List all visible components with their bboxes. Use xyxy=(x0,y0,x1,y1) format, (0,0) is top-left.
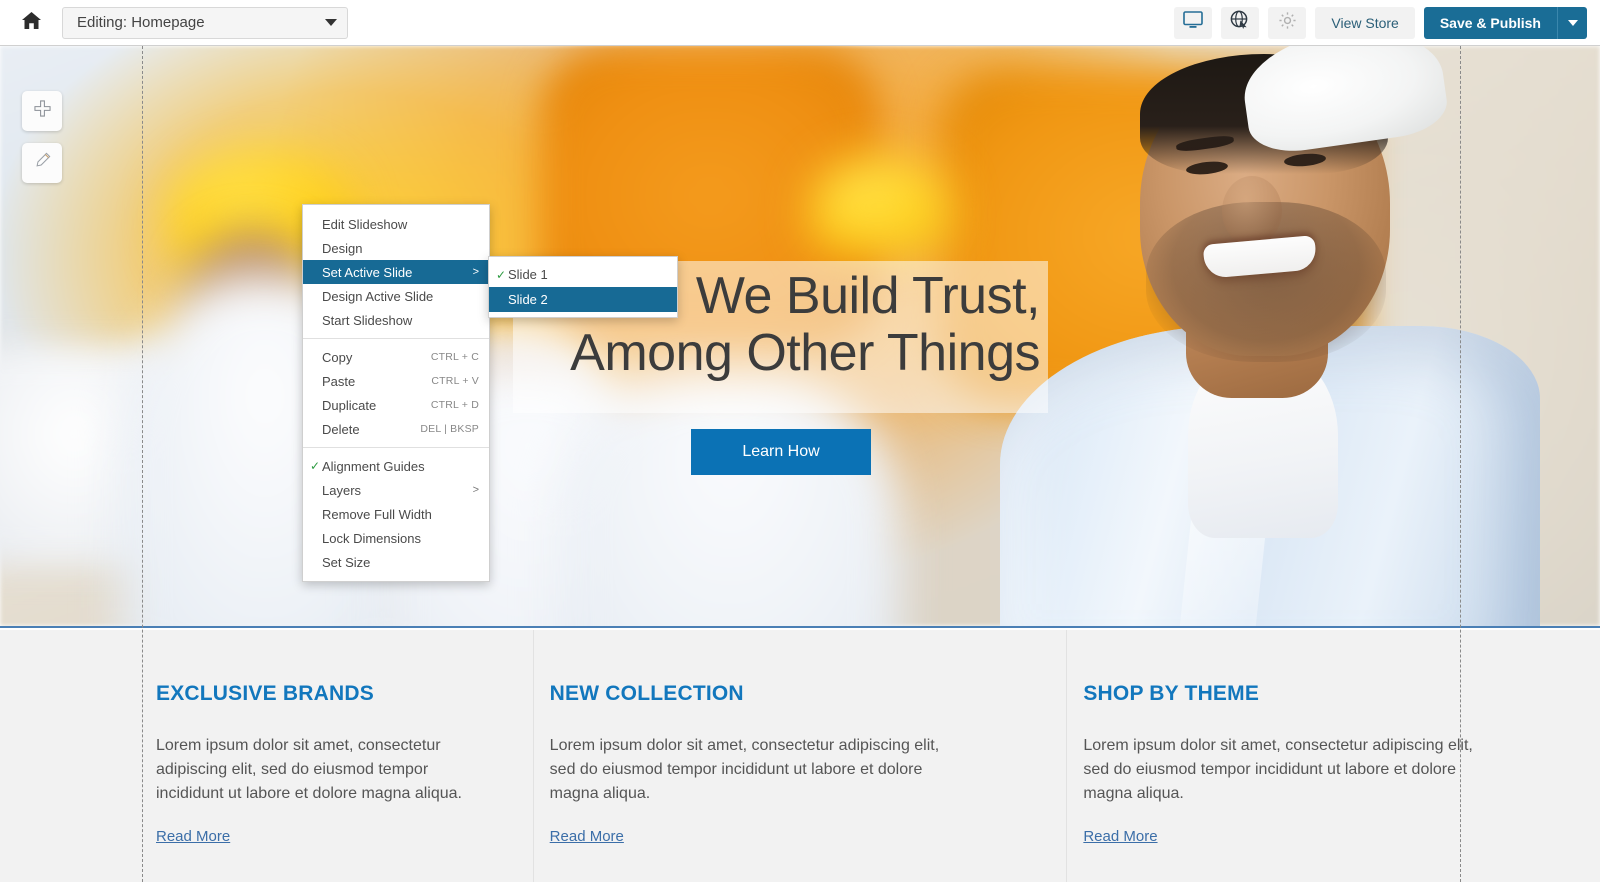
hero-cta-button[interactable]: Learn How xyxy=(691,429,871,475)
context-menu-item-label: Edit Slideshow xyxy=(322,216,408,232)
chevron-right-icon: > xyxy=(472,484,479,496)
top-toolbar: Editing: Homepage View Store Save & Publ… xyxy=(0,0,1600,46)
feature-column[interactable]: NEW COLLECTION Lorem ipsum dolor sit ame… xyxy=(532,630,1067,882)
gear-icon xyxy=(1278,11,1297,35)
context-menu-item[interactable]: Set Size xyxy=(303,550,489,574)
context-menu-item-label: Start Slideshow xyxy=(322,312,413,328)
context-menu-item[interactable]: Paste CTRL + V xyxy=(303,369,489,393)
context-menu-item[interactable]: Edit Slideshow xyxy=(303,212,489,236)
feature-column-title: NEW COLLECTION xyxy=(549,682,744,705)
globe-cursor-button[interactable] xyxy=(1221,6,1260,39)
context-menu-item-shortcut: DEL | BKSP xyxy=(420,423,479,435)
hero-cta-label: Learn How xyxy=(742,443,820,460)
context-menu-item-shortcut: CTRL + C xyxy=(430,351,479,363)
context-menu-item-shortcut: CTRL + D xyxy=(430,399,479,411)
plus-icon xyxy=(33,100,51,122)
feature-column-body: Lorem ipsum dolor sit amet, consectetur … xyxy=(1083,737,1473,802)
context-menu-item-label: Set Active Slide xyxy=(322,264,413,280)
home-button[interactable] xyxy=(0,0,62,46)
context-menu-item-label: Paste xyxy=(322,373,356,389)
home-icon xyxy=(21,11,42,35)
set-active-slide-submenu[interactable]: ✓ Slide 1 Slide 2 xyxy=(488,256,678,318)
toolbar-actions: View Store Save & Publish xyxy=(1174,6,1600,39)
context-menu-item[interactable]: Delete DEL | BKSP xyxy=(303,417,489,441)
edit-element-button[interactable] xyxy=(22,143,62,183)
context-menu-item-label: Alignment Guides xyxy=(322,458,425,474)
foreground-worker-photo xyxy=(990,46,1550,626)
context-menu-item-label: Remove Full Width xyxy=(322,506,432,522)
save-publish-label: Save & Publish xyxy=(1439,14,1541,31)
pencil-icon xyxy=(34,152,51,174)
feature-column[interactable]: EXCLUSIVE BRANDS Lorem ipsum dolor sit a… xyxy=(0,630,533,882)
feature-columns-section: EXCLUSIVE BRANDS Lorem ipsum dolor sit a… xyxy=(0,630,1600,882)
context-menu-item[interactable]: Layers > xyxy=(303,478,489,502)
menu-separator xyxy=(303,338,489,339)
context-menu-item[interactable]: Set Active Slide > xyxy=(303,260,489,284)
context-menu-item[interactable]: Copy CTRL + C xyxy=(303,345,489,369)
context-menu-item-label: Copy xyxy=(322,349,353,365)
submenu-item-label: Slide 2 xyxy=(508,292,548,307)
context-menu-item[interactable]: Lock Dimensions xyxy=(303,526,489,550)
context-menu-item-label: Layers xyxy=(322,482,362,498)
globe-cursor-icon xyxy=(1230,10,1250,35)
feature-column-title: EXCLUSIVE BRANDS xyxy=(156,682,374,705)
chevron-right-icon: > xyxy=(472,266,479,278)
canvas-side-tools xyxy=(22,91,62,183)
chevron-down-icon xyxy=(1567,19,1578,26)
context-menu-item[interactable]: Start Slideshow xyxy=(303,308,489,332)
context-menu-item-label: Delete xyxy=(322,421,360,437)
context-menu-item[interactable]: Design Active Slide xyxy=(303,284,489,308)
view-store-button[interactable]: View Store xyxy=(1315,6,1415,39)
chevron-down-icon xyxy=(325,19,337,26)
context-menu-item-label: Design xyxy=(322,240,363,256)
add-element-button[interactable] xyxy=(22,91,62,131)
context-menu-item-shortcut: CTRL + V xyxy=(431,375,479,387)
check-icon: ✓ xyxy=(496,267,507,282)
feature-column-body: Lorem ipsum dolor sit amet, consectetur … xyxy=(156,737,462,802)
context-menu-item[interactable]: Remove Full Width xyxy=(303,502,489,526)
settings-button[interactable] xyxy=(1268,6,1307,39)
context-menu-item-label: Duplicate xyxy=(322,397,377,413)
hero-slideshow[interactable]: We Build Trust, Among Other Things Learn… xyxy=(0,46,1600,628)
submenu-item[interactable]: ✓ Slide 1 xyxy=(489,262,677,287)
hero-title-line2: Among Other Things xyxy=(570,324,1040,383)
check-icon: ✓ xyxy=(310,459,321,473)
slideshow-context-menu[interactable]: Edit Slideshow Design Set Active Slide > Des… xyxy=(302,204,490,582)
context-menu-item-label: Lock Dimensions xyxy=(322,530,421,546)
menu-separator xyxy=(303,447,489,448)
feature-column-read-more-link[interactable]: Read More xyxy=(156,828,230,845)
desktop-preview-button[interactable] xyxy=(1174,6,1213,39)
submenu-item-label: Slide 1 xyxy=(508,267,548,282)
feature-column-read-more-link[interactable]: Read More xyxy=(1083,828,1157,845)
feature-column-body: Lorem ipsum dolor sit amet, consectetur … xyxy=(549,737,940,802)
desktop-preview-icon xyxy=(1183,11,1204,34)
context-menu-item-label: Design Active Slide xyxy=(322,288,434,304)
feature-column-title: SHOP BY THEME xyxy=(1083,682,1260,705)
editor-canvas[interactable]: We Build Trust, Among Other Things Learn… xyxy=(0,46,1600,882)
context-menu-item[interactable]: ✓ Alignment Guides xyxy=(303,454,489,478)
context-menu-item[interactable]: Design xyxy=(303,236,489,260)
view-store-label: View Store xyxy=(1331,14,1399,31)
feature-column-read-more-link[interactable]: Read More xyxy=(550,828,624,845)
feature-column[interactable]: SHOP BY THEME Lorem ipsum dolor sit amet… xyxy=(1066,630,1600,882)
page-select-value: Editing: Homepage xyxy=(77,14,205,31)
save-publish-dropdown-button[interactable] xyxy=(1557,6,1587,39)
context-menu-item-label: Set Size xyxy=(322,554,371,570)
submenu-item[interactable]: Slide 2 xyxy=(489,287,677,312)
context-menu-item[interactable]: Duplicate CTRL + D xyxy=(303,393,489,417)
page-select[interactable]: Editing: Homepage xyxy=(62,6,348,39)
save-publish-group: Save & Publish xyxy=(1423,6,1587,39)
save-publish-button[interactable]: Save & Publish xyxy=(1423,6,1557,39)
